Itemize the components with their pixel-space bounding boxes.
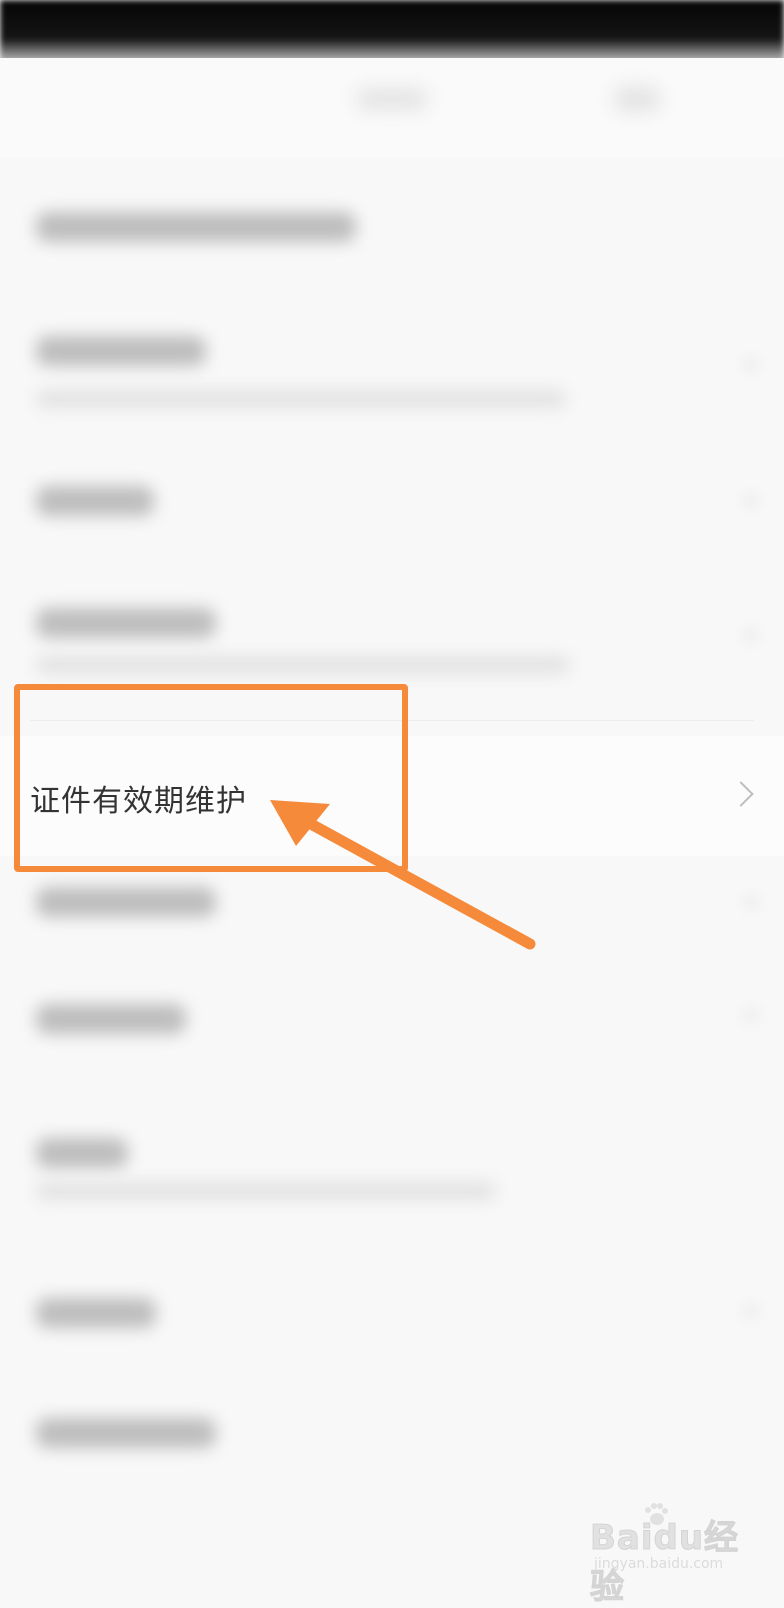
watermark: Baidu经验 jingyan.baidu.com (590, 1502, 750, 1608)
chevron-right-icon (744, 358, 758, 372)
list-item-blurred[interactable] (0, 308, 784, 448)
app-header (0, 58, 784, 158)
blurred-text (36, 212, 356, 242)
list-item-certificate-validity-maintenance[interactable]: 证件有效期维护 (0, 736, 784, 856)
blurred-text (36, 1138, 128, 1168)
chevron-right-icon (728, 781, 754, 807)
chevron-right-icon (744, 1304, 758, 1318)
blurred-text (36, 336, 206, 366)
list-item-blurred[interactable] (0, 1398, 784, 1498)
list-item-blurred[interactable] (0, 458, 784, 568)
list-item-blurred[interactable] (0, 863, 784, 963)
chevron-right-icon (744, 1008, 758, 1022)
settings-list (0, 158, 784, 1600)
blurred-subtext (36, 1182, 496, 1200)
divider (30, 720, 754, 721)
list-item-label: 证件有效期维护 (30, 784, 247, 819)
status-bar (0, 0, 784, 64)
list-item-blurred[interactable] (0, 1108, 784, 1228)
header-title-blurred (356, 88, 428, 110)
blurred-text (36, 486, 154, 516)
header-action-blurred[interactable] (614, 86, 660, 112)
list-item-blurred[interactable] (0, 188, 784, 278)
list-item-blurred[interactable] (0, 1268, 784, 1368)
blurred-text (36, 1418, 216, 1448)
chevron-right-icon (744, 494, 758, 508)
blurred-text (36, 1004, 186, 1034)
blurred-text (36, 1298, 156, 1328)
blurred-subtext (36, 656, 570, 674)
watermark-url: jingyan.baidu.com (594, 1556, 724, 1572)
blurred-text (36, 608, 216, 638)
blurred-text (36, 887, 216, 917)
blurred-subtext (36, 390, 566, 408)
list-item-blurred[interactable] (0, 978, 784, 1078)
chevron-right-icon (744, 895, 758, 909)
list-item-blurred[interactable] (0, 588, 784, 708)
chevron-right-icon (744, 628, 758, 642)
